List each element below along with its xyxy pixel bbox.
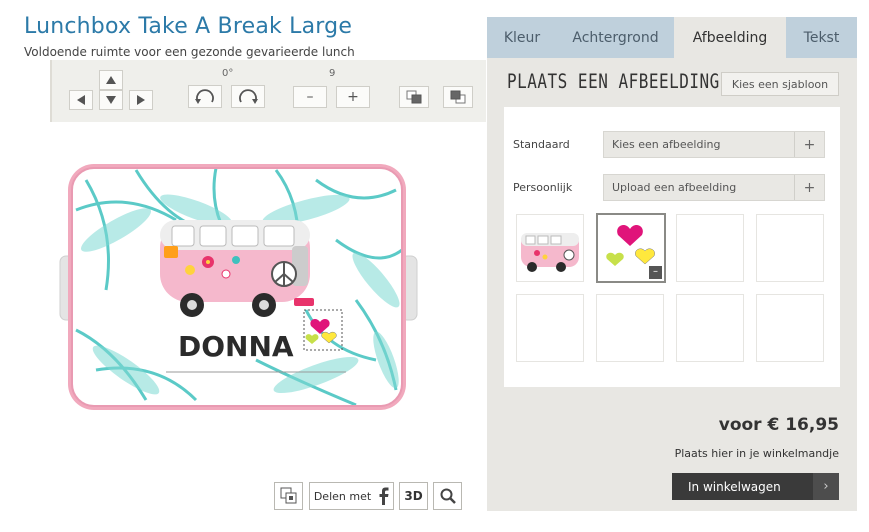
product-configurator: Lunchbox Take A Break Large Voldoende ru… [0, 0, 869, 532]
arrow-right-icon [137, 95, 145, 105]
duplicate-icon [280, 487, 296, 504]
move-up-button[interactable] [99, 70, 123, 90]
choose-template-button[interactable]: Kies een sjabloon [721, 72, 839, 96]
send-backward-button[interactable] [443, 86, 473, 108]
tab-tekst[interactable]: Tekst [786, 17, 857, 58]
rotate-right-icon [239, 88, 258, 104]
chevron-right-icon: › [813, 473, 839, 500]
tab-afbeelding[interactable]: Afbeelding [674, 17, 786, 58]
customization-panel: Kleur Achtergrond Afbeelding Tekst Plaat… [487, 17, 857, 511]
add-to-cart-button[interactable]: In winkelwagen › [672, 473, 839, 500]
image-slot-empty[interactable] [756, 214, 824, 282]
standaard-label: Standaard [513, 138, 570, 151]
page-subtitle: Voldoende ruimte voor een gezonde gevari… [24, 45, 355, 59]
arrow-left-icon [77, 95, 85, 105]
image-slot-empty[interactable] [676, 294, 744, 362]
rotate-left-button[interactable] [188, 85, 222, 108]
preview-name-text: DONNA [178, 330, 294, 363]
persoonlijk-label: Persoonlijk [513, 181, 573, 194]
cart-hint-text: Plaats hier in je winkelmandje [674, 447, 839, 460]
move-down-button[interactable] [99, 90, 123, 110]
image-slot-empty[interactable] [756, 294, 824, 362]
page-title: Lunchbox Take A Break Large [24, 14, 353, 39]
tab-bar: Kleur Achtergrond Afbeelding Tekst [487, 17, 857, 58]
image-slot-empty[interactable] [596, 294, 664, 362]
image-options-box: Standaard Kies een afbeelding + Persoonl… [504, 107, 840, 387]
tab-achtergrond[interactable]: Achtergrond [557, 17, 674, 58]
share-label: Delen met [313, 489, 372, 503]
facebook-icon [379, 487, 389, 505]
move-right-button[interactable] [129, 90, 153, 110]
image-thumbnail-bus[interactable] [516, 214, 584, 282]
image-slot-empty[interactable] [516, 294, 584, 362]
standaard-image-select[interactable]: Kies een afbeelding + [603, 131, 825, 158]
lunchbox-preview-image: DONNA [59, 164, 418, 410]
persoonlijk-select-value: Upload een afbeelding [612, 181, 737, 194]
duplicate-button[interactable] [274, 482, 303, 510]
add-to-cart-label: In winkelwagen [688, 479, 781, 494]
plus-icon[interactable]: + [794, 175, 824, 200]
bring-forward-button[interactable] [399, 86, 429, 108]
tab-kleur[interactable]: Kleur [487, 17, 557, 58]
size-increase-button[interactable]: + [336, 86, 370, 108]
move-left-button[interactable] [69, 90, 93, 110]
arrow-up-icon [106, 76, 116, 84]
send-backward-icon [450, 90, 466, 104]
view-3d-button[interactable]: 3D [399, 482, 428, 510]
share-facebook-button[interactable]: Delen met [309, 482, 394, 510]
editor-toolbar: 0° 9 – + [50, 60, 486, 122]
image-slot-empty[interactable] [676, 214, 744, 282]
bus-thumbnail-image [521, 233, 579, 272]
bring-forward-icon [406, 90, 422, 104]
size-value: 9 [329, 68, 336, 79]
rotate-right-button[interactable] [231, 85, 265, 108]
rotation-value: 0° [222, 68, 234, 79]
zoom-button[interactable] [433, 482, 462, 510]
persoonlijk-upload-select[interactable]: Upload een afbeelding + [603, 174, 825, 201]
standaard-select-value: Kies een afbeelding [612, 138, 721, 151]
arrow-down-icon [106, 96, 116, 104]
plus-icon[interactable]: + [794, 132, 824, 157]
remove-image-button[interactable]: – [649, 266, 662, 279]
product-preview[interactable]: DONNA [56, 150, 424, 420]
rotate-left-icon [195, 88, 214, 104]
size-decrease-button[interactable]: – [293, 86, 327, 108]
image-thumbnail-hearts[interactable]: – [596, 213, 666, 283]
section-title: Plaats een afbeelding [507, 70, 720, 93]
price-label: voor € 16,95 [718, 415, 839, 435]
zoom-icon [440, 488, 456, 504]
